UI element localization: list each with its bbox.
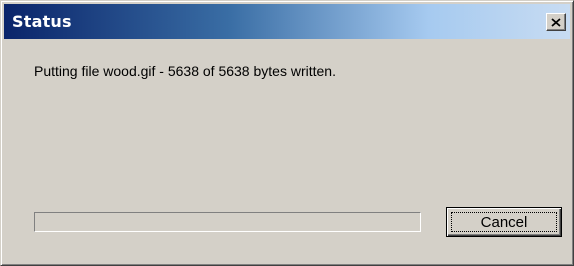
status-message: Putting file wood.gif - 5638 of 5638 byt… xyxy=(34,63,336,79)
close-icon xyxy=(547,14,565,30)
progress-bar xyxy=(34,212,421,232)
cancel-focus-rect: Cancel xyxy=(451,212,557,232)
status-dialog: Status Putting file wood.gif - 5638 of 5… xyxy=(0,0,574,266)
title-bar[interactable]: Status xyxy=(4,4,570,39)
window-title: Status xyxy=(12,12,72,31)
close-button[interactable] xyxy=(546,13,566,31)
cancel-button[interactable]: Cancel xyxy=(446,207,562,237)
cancel-button-label: Cancel xyxy=(480,213,528,231)
